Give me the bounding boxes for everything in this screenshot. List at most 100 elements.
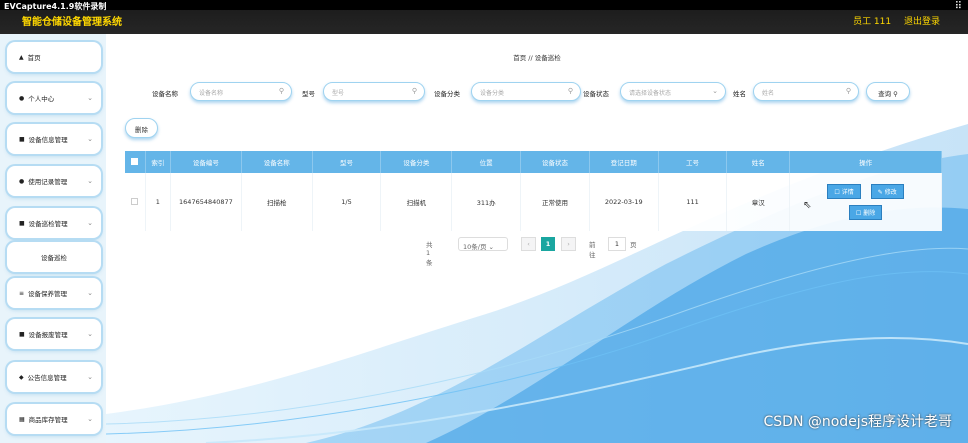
chevron-down-icon: ⌄ [87, 135, 93, 143]
page-suffix: 页 [630, 241, 637, 249]
sidebar-item-label: 个人中心 [28, 95, 55, 103]
sidebar-subitem-inspection[interactable]: 设备巡检 [7, 242, 101, 272]
chevron-down-icon: ⌄ [87, 415, 93, 423]
sidebar-item-device-info[interactable]: ■ 设备信息管理 ⌄ [7, 124, 101, 154]
name-search-input[interactable]: 设备名称 ⚲ [190, 82, 292, 101]
sidebar-item-label: 设备保养管理 [28, 290, 68, 298]
staff-name-input[interactable]: 姓名 ⚲ [753, 82, 859, 101]
table-cell: 章汉 [726, 173, 791, 231]
device-table: 索引 设备编号 设备名称 型号 设备分类 位置 设备状态 登记日期 工号 姓名 … [125, 151, 942, 231]
page-size-select[interactable]: 10条/页 ⌄ [458, 237, 508, 251]
goto-label: 前往 [589, 241, 596, 259]
search-icon: ⚲ [567, 87, 573, 95]
detail-button[interactable]: ☐ 详情 [827, 184, 861, 199]
chevron-down-icon: ⌄ [87, 177, 93, 185]
breadcrumb: 首页 // 设备巡检 [106, 52, 968, 62]
chevron-down-icon: ⌄ [488, 243, 494, 251]
mouse-cursor-icon: ⇖ [803, 200, 812, 211]
sidebar-item-label: 公告信息管理 [27, 374, 67, 382]
logout-link[interactable]: 退出登录 [904, 17, 940, 27]
column-header: 设备状态 [520, 151, 590, 173]
scrap-icon: ■ [19, 330, 25, 338]
chevron-down-icon: ⌄ [87, 289, 93, 297]
prev-page-button[interactable]: ‹ [521, 237, 536, 251]
search-icon: ⚲ [893, 90, 898, 98]
table-row[interactable]: 1 1647654840877 扫描枪 1/5 扫描机 311办 正常使用 20… [125, 173, 942, 231]
info-icon: ■ [19, 135, 25, 143]
list-icon: ≡ [19, 289, 25, 297]
search-icon: ⚲ [411, 87, 417, 95]
chevron-down-icon: ⌄ [712, 87, 718, 95]
table-cell: 1 [145, 173, 172, 231]
breadcrumb-separator: // [528, 54, 533, 62]
title-bar: EVCapture4.1.9软件录制 智能仓储设备管理系统 ⠿ 员工 111 退… [0, 0, 968, 34]
user-label: 员工 111 [853, 17, 892, 27]
table-cell: 扫描机 [380, 173, 453, 231]
model-label: 型号 [302, 90, 315, 98]
main-content: 首页 // 设备巡检 设备名称 设备名称 ⚲ 型号 型号 ⚲ 设备分类 设备分类 ⚲ … [106, 34, 968, 443]
page-number-current[interactable]: 1 [541, 237, 555, 251]
status-select[interactable]: 请选择设备状态 ⌄ [620, 82, 726, 101]
next-page-button[interactable]: › [561, 237, 576, 251]
total-count: 共1条 [426, 241, 433, 267]
table-cell: 311办 [451, 173, 522, 231]
column-header: 型号 [312, 151, 382, 173]
goto-page-input[interactable]: 1 [608, 237, 626, 251]
column-header: 索引 [145, 151, 172, 173]
table-header-row: 索引 设备编号 设备名称 型号 设备分类 位置 设备状态 登记日期 工号 姓名 … [125, 151, 942, 173]
batch-delete-button[interactable]: 删除 [125, 118, 158, 138]
sidebar-item-label: 设备信息管理 [28, 136, 68, 144]
model-search-input[interactable]: 型号 ⚲ [323, 82, 425, 101]
sidebar: ▲ 首页 ● 个人中心 ⌄ ■ 设备信息管理 ⌄ ● 使用记录管理 ⌄ ■ 设备巡检管理 ⌄ 设备… [0, 34, 106, 443]
table-cell: 1/5 [312, 173, 382, 231]
chevron-down-icon: ⌄ [87, 373, 93, 381]
search-icon: ⚲ [278, 87, 284, 95]
table-cell: 1647654840877 [170, 173, 242, 231]
row-actions: ☐ 详情 ✎ 修改 ☐ 删除 [789, 173, 942, 231]
notice-icon: ◆ [19, 373, 24, 381]
trash-icon: ☐ [855, 210, 862, 217]
sidebar-item-scrap[interactable]: ■ 设备报废管理 ⌄ [7, 319, 101, 349]
sidebar-item-inspection[interactable]: ■ 设备巡检管理 ⌄ [7, 208, 101, 238]
user-icon: ● [19, 94, 25, 102]
column-header: 位置 [451, 151, 522, 173]
chevron-down-icon: ⌄ [87, 94, 93, 102]
sidebar-item-label: 设备巡检管理 [28, 220, 68, 228]
category-search-input[interactable]: 设备分类 ⚲ [471, 82, 581, 101]
chevron-down-icon: ⌄ [87, 219, 93, 227]
breadcrumb-current: 设备巡检 [534, 54, 561, 62]
user-area: 员工 111 退出登录 [843, 14, 940, 27]
row-checkbox[interactable] [125, 173, 146, 231]
sidebar-item-usage-records[interactable]: ● 使用记录管理 ⌄ [7, 166, 101, 196]
table-cell: 正常使用 [520, 173, 590, 231]
column-header: 操作 [789, 151, 942, 173]
status-label: 设备状态 [583, 90, 609, 98]
sidebar-item-label: 设备巡检 [41, 254, 67, 262]
sidebar-item-home[interactable]: ▲ 首页 [7, 42, 101, 72]
staff-name-label: 姓名 [733, 90, 746, 98]
search-button[interactable]: 查询 ⚲ [866, 82, 910, 101]
sidebar-item-label: 商品库存管理 [28, 416, 68, 424]
sidebar-item-notice[interactable]: ◆ 公告信息管理 ⌄ [7, 362, 101, 392]
column-header: 工号 [658, 151, 728, 173]
breadcrumb-home[interactable]: 首页 [513, 54, 526, 62]
sidebar-item-label: 设备报废管理 [28, 331, 68, 339]
category-label: 设备分类 [434, 90, 460, 98]
column-header: 设备编号 [170, 151, 242, 173]
table-cell: 111 [658, 173, 728, 231]
name-label: 设备名称 [152, 90, 178, 98]
select-all-checkbox[interactable] [125, 151, 146, 173]
column-header: 设备分类 [380, 151, 453, 173]
table-cell: 扫描枪 [241, 173, 313, 231]
delete-button[interactable]: ☐ 删除 [848, 205, 883, 220]
sidebar-item-label: 首页 [27, 54, 41, 62]
window-grip-icon[interactable]: ⠿ [955, 1, 962, 12]
sidebar-item-maintenance[interactable]: ≡ 设备保养管理 ⌄ [7, 278, 101, 308]
column-header: 登记日期 [589, 151, 659, 173]
table-cell: 2022-03-19 [589, 173, 659, 231]
inspect-icon: ■ [19, 219, 25, 227]
app-title: 智能仓储设备管理系统 [22, 17, 122, 28]
sidebar-item-profile[interactable]: ● 个人中心 ⌄ [7, 83, 101, 113]
sidebar-item-inventory[interactable]: ▦ 商品库存管理 ⌄ [7, 404, 101, 434]
edit-button[interactable]: ✎ 修改 [870, 184, 904, 199]
